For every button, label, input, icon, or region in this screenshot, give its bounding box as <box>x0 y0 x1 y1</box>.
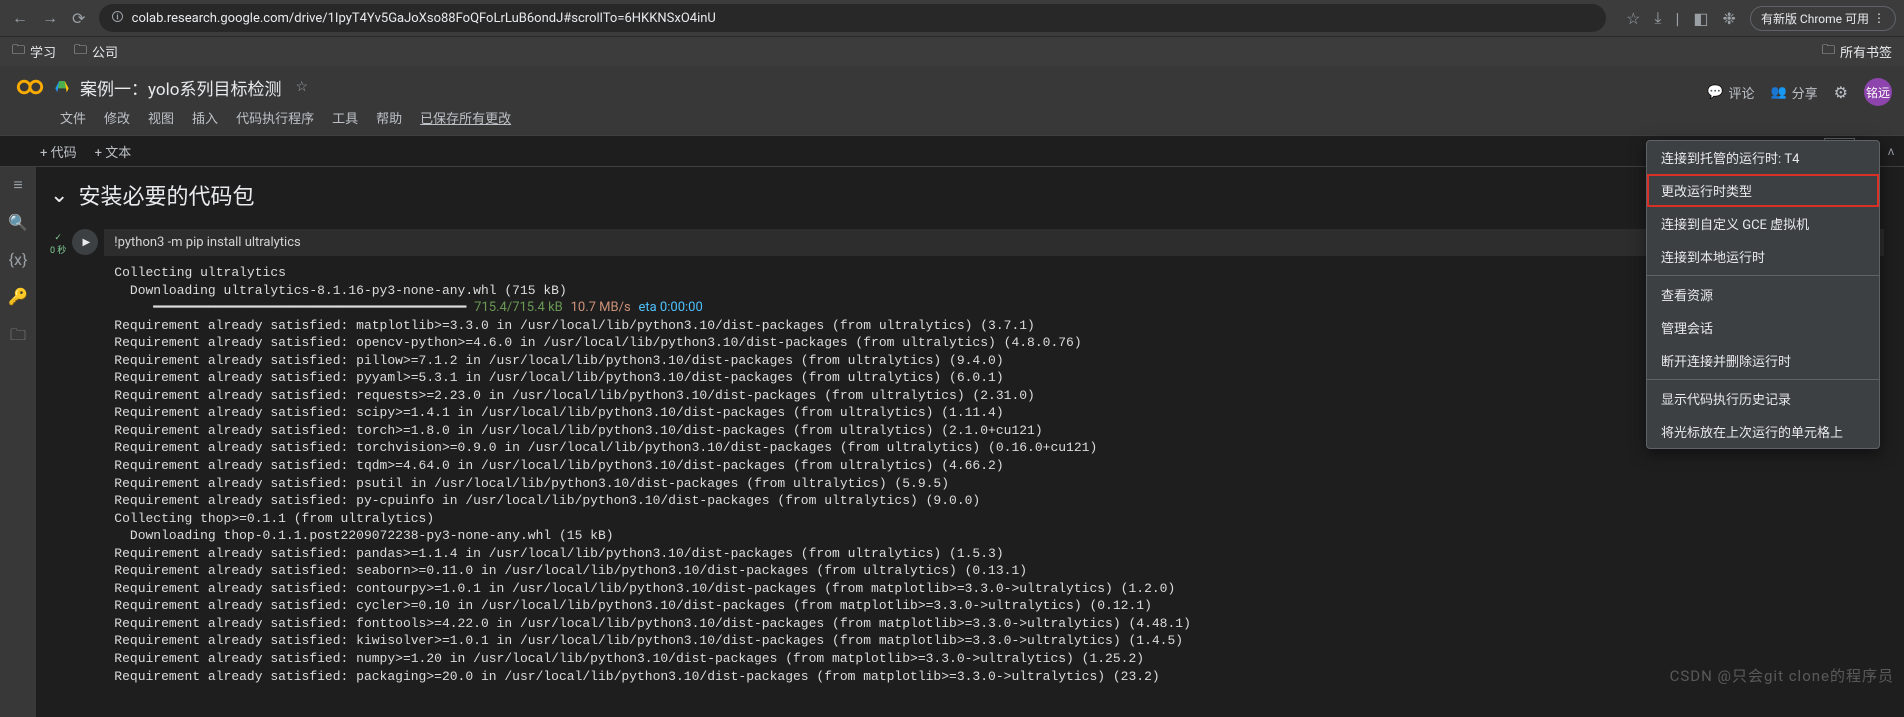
watermark: CSDN @只会git clone的程序员 <box>1670 665 1894 686</box>
left-sidebar: ≡ 🔍 {x} 🔑 🗀 <box>0 167 36 717</box>
more-icon: ⋮ <box>1873 11 1885 25</box>
colab-header: 案例一：yolo系列目标检测 ☆ 文件 修改 视图 插入 代码执行程序 工具 帮… <box>0 66 1904 135</box>
chrome-update-button[interactable]: 有新版 Chrome 可用 ⋮ <box>1750 6 1896 31</box>
browser-actions: ☆ ⤓ | ◧ ❉ 有新版 Chrome 可用 ⋮ <box>1626 6 1896 31</box>
dropdown-item[interactable]: 显示代码执行历史记录 <box>1647 382 1879 415</box>
header-actions: 💬评论 👥分享 ⚙ 铭远 <box>1707 78 1892 106</box>
star-icon[interactable]: ☆ <box>1626 9 1640 28</box>
folder-icon: 🗀 <box>12 41 25 63</box>
dropdown-item[interactable]: 管理会话 <box>1647 311 1879 344</box>
comments-button[interactable]: 💬评论 <box>1707 83 1754 102</box>
site-info-icon[interactable]: 🛈 <box>111 8 123 29</box>
code-input[interactable]: !python3 -m pip install ultralytics <box>104 229 1884 256</box>
avatar[interactable]: 铭远 <box>1864 78 1892 106</box>
dropdown-item[interactable]: 将光标放在上次运行的单元格上 <box>1647 415 1879 448</box>
menu-help[interactable]: 帮助 <box>376 108 402 127</box>
dropdown-item[interactable]: 连接到本地运行时 <box>1647 240 1879 273</box>
url-text: colab.research.google.com/drive/1IpyT4Yv… <box>132 11 716 26</box>
folder-icon: 🗀 <box>1822 41 1835 63</box>
menu-view[interactable]: 视图 <box>148 108 174 127</box>
dropdown-item[interactable]: 查看资源 <box>1647 278 1879 311</box>
files-icon[interactable]: 🗀 <box>10 324 26 351</box>
download-icon[interactable]: ⤓ <box>1654 8 1661 28</box>
code-cell: ✓ 0 秒 !python3 -m pip install ultralytic… <box>50 229 1884 685</box>
main-area: ≡ 🔍 {x} 🔑 🗀 ⌄ 安装必要的代码包 ✓ 0 秒 !python3 -m… <box>0 167 1904 717</box>
bookmark-company[interactable]: 🗀公司 <box>74 41 118 63</box>
notebook-content: ⌄ 安装必要的代码包 ✓ 0 秒 !python3 -m pip install… <box>36 167 1904 717</box>
menu-file[interactable]: 文件 <box>60 108 86 127</box>
share-icon: 👥 <box>1770 85 1786 100</box>
dropdown-item[interactable]: 连接到自定义 GCE 虚拟机 <box>1647 207 1879 240</box>
reload-icon[interactable]: ⟳ <box>72 9 85 28</box>
notebook-title[interactable]: 案例一：yolo系列目标检测 <box>80 75 281 100</box>
toc-icon[interactable]: ≡ <box>13 175 22 195</box>
save-status: 已保存所有更改 <box>420 108 511 127</box>
secrets-icon[interactable]: 🔑 <box>8 287 28 306</box>
forward-icon[interactable]: → <box>42 8 58 28</box>
colab-logo-icon <box>16 73 44 101</box>
bookmark-study[interactable]: 🗀学习 <box>12 41 56 63</box>
menu-edit[interactable]: 修改 <box>104 108 130 127</box>
variables-icon[interactable]: {x} <box>9 250 28 269</box>
bookmark-bar: 🗀学习 🗀公司 🗀所有书签 <box>0 36 1904 66</box>
cell-output: Collecting ultralytics Downloading ultra… <box>104 256 1884 685</box>
bookmark-all[interactable]: 🗀所有书签 <box>1822 41 1892 63</box>
drive-icon <box>54 79 70 95</box>
dropdown-item[interactable]: 连接到托管的运行时: T4 <box>1647 141 1879 174</box>
comment-icon: 💬 <box>1707 85 1723 100</box>
section-header: ⌄ 安装必要的代码包 <box>46 179 1884 211</box>
browser-toolbar: ← → ⟳ 🛈 colab.research.google.com/drive/… <box>0 0 1904 36</box>
run-cell-button[interactable] <box>72 229 98 255</box>
url-bar[interactable]: 🛈 colab.research.google.com/drive/1IpyT4… <box>99 4 1606 32</box>
check-icon: ✓ <box>54 233 62 243</box>
share-button[interactable]: 👥分享 <box>1770 83 1817 102</box>
add-code-button[interactable]: 代码 <box>40 142 77 161</box>
gear-icon[interactable]: ⚙ <box>1834 83 1848 102</box>
section-title-text: 安装必要的代码包 <box>78 179 254 211</box>
favorite-icon[interactable]: ☆ <box>295 79 308 95</box>
menu-tools[interactable]: 工具 <box>332 108 358 127</box>
divider: | <box>1676 9 1680 28</box>
nav-arrows: ← → ⟳ <box>12 8 85 28</box>
dropdown-item[interactable]: 断开连接并删除运行时 <box>1647 344 1879 377</box>
dropdown-item[interactable]: 更改运行时类型 <box>1647 174 1879 207</box>
back-icon[interactable]: ← <box>12 8 28 28</box>
menu-bar: 文件 修改 视图 插入 代码执行程序 工具 帮助 已保存所有更改 <box>16 102 1888 135</box>
extension-badge-icon[interactable]: ❉ <box>1723 9 1736 28</box>
cell-status: ✓ 0 秒 <box>50 229 66 256</box>
runtime-dropdown: 连接到托管的运行时: T4更改运行时类型连接到自定义 GCE 虚拟机连接到本地运… <box>1646 140 1880 449</box>
collapse-icon[interactable]: ⌄ <box>50 183 68 208</box>
folder-icon: 🗀 <box>74 41 87 63</box>
menu-insert[interactable]: 插入 <box>192 108 218 127</box>
search-icon[interactable]: 🔍 <box>8 213 28 232</box>
chevron-up-icon[interactable]: ʌ <box>1888 144 1894 158</box>
add-text-button[interactable]: 文本 <box>95 142 132 161</box>
cell-toolbar: 代码 文本 ✓ T4 RAM 磁盘 ▾ | ʌ <box>0 135 1904 167</box>
extensions-icon[interactable]: ◧ <box>1693 9 1708 28</box>
menu-runtime[interactable]: 代码执行程序 <box>236 108 314 127</box>
